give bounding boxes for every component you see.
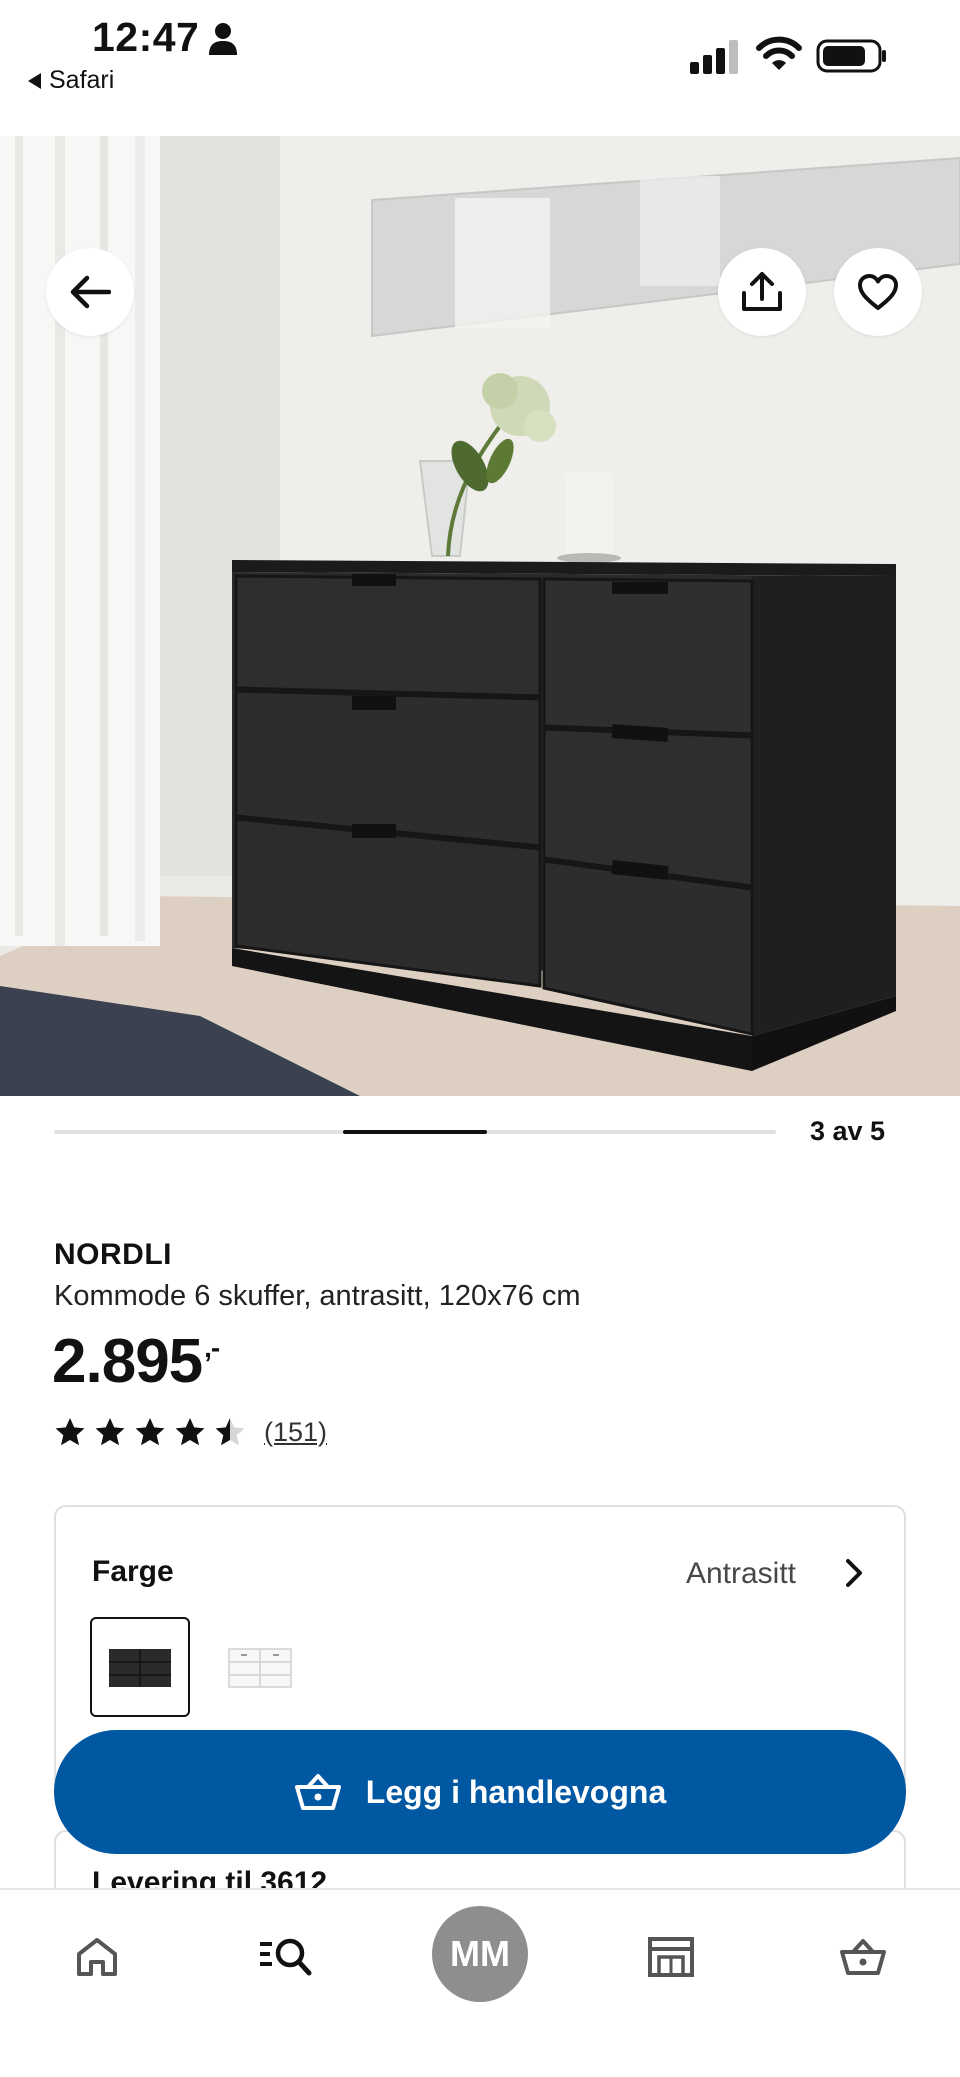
status-time: 12:47	[92, 14, 200, 60]
selected-color: Antrasitt	[685, 1557, 796, 1590]
search-list-icon	[260, 1938, 312, 1976]
product-name: NORDLI	[54, 1238, 172, 1271]
dresser-thumbnail-dark	[109, 1649, 171, 1687]
home-icon	[77, 1938, 117, 1976]
add-to-cart-button[interactable]: Legg i handlevogna	[54, 1730, 906, 1854]
product-price: 2.895 ,-	[52, 1326, 220, 1397]
product-description: Kommode 6 skuffer, antrasitt, 120x76 cm	[54, 1280, 581, 1312]
status-bar: 12:47 Safari	[0, 0, 960, 136]
price-value: 2.895	[52, 1327, 203, 1396]
gallery-progress-track	[54, 1130, 776, 1134]
rating-stars	[54, 1416, 246, 1448]
basket-icon	[294, 1774, 341, 1810]
heart-icon	[858, 274, 898, 310]
store-icon	[648, 1937, 694, 1977]
bottom-navigation: MM	[0, 1888, 960, 2077]
profile-initials: MM	[450, 1933, 510, 1974]
color-label: Farge	[92, 1555, 174, 1588]
review-count-link[interactable]: (151)	[264, 1417, 327, 1448]
favourite-button[interactable]	[834, 248, 922, 336]
product-photo	[0, 136, 960, 1096]
nav-search[interactable]	[240, 1912, 330, 2002]
chevron-right-icon[interactable]	[840, 1557, 868, 1589]
cellular-signal-icon	[690, 40, 738, 74]
share-icon	[742, 272, 782, 311]
color-option-white[interactable]	[210, 1617, 310, 1717]
rating-star-icon	[175, 1418, 205, 1446]
dresser-thumbnail-white	[228, 1648, 292, 1688]
back-app-label: Safari	[49, 66, 115, 94]
nav-store[interactable]	[626, 1912, 716, 2002]
rating-star-icon	[135, 1418, 165, 1446]
back-to-safari-link[interactable]: Safari	[28, 66, 114, 95]
back-triangle-icon	[28, 72, 41, 89]
share-button[interactable]	[718, 248, 806, 336]
nav-profile-avatar[interactable]: MM	[432, 1906, 528, 2002]
rating-star-icon	[55, 1418, 85, 1446]
gallery-progress-indicator	[342, 1130, 488, 1134]
product-image-gallery[interactable]	[0, 136, 960, 1096]
price-suffix: ,-	[204, 1332, 220, 1363]
wifi-icon	[756, 36, 802, 70]
product-rating[interactable]: (151)	[54, 1416, 327, 1448]
back-button[interactable]	[46, 248, 134, 336]
rating-star-icon	[215, 1418, 245, 1446]
battery-icon	[816, 39, 886, 73]
gallery-counter: 3 av 5	[810, 1116, 886, 1146]
arrow-left-icon	[70, 275, 111, 309]
color-option-anthracite[interactable]	[90, 1617, 190, 1717]
nav-basket[interactable]	[818, 1912, 908, 2002]
rating-star-icon	[95, 1418, 125, 1446]
add-to-cart-label: Legg i handlevogna	[365, 1773, 667, 1810]
nav-home[interactable]	[52, 1912, 142, 2002]
person-icon	[209, 23, 237, 55]
basket-icon	[840, 1939, 886, 1975]
